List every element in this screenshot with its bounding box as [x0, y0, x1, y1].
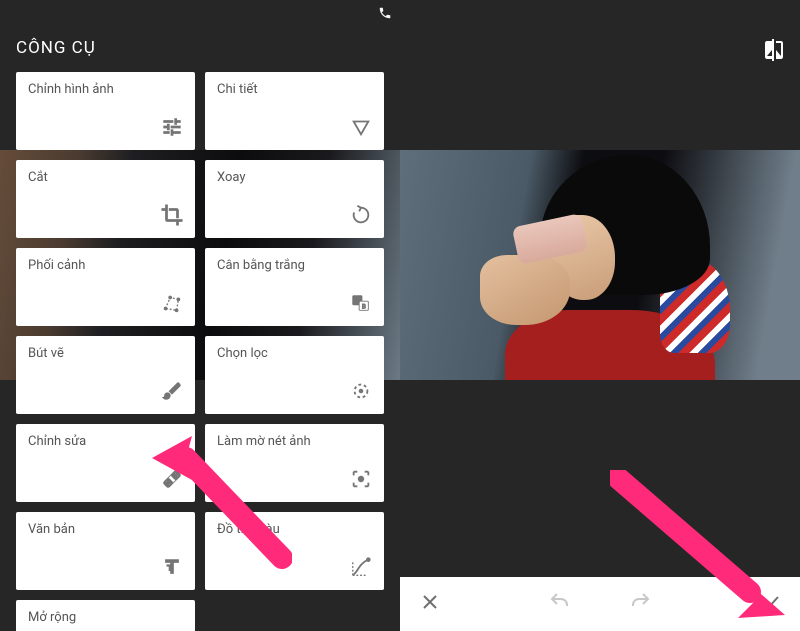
tool-label: Làm mờ nét ảnh: [217, 434, 372, 449]
tools-grid: Chỉnh hình ảnh Chi tiết Cắt Xoay Phối cả…: [0, 72, 400, 631]
tool-text[interactable]: Văn bản: [16, 512, 195, 590]
tools-panel: CÔNG CỤ Chỉnh hình ảnh Chi tiết Cắt Xoay…: [0, 0, 400, 631]
healing-icon: [161, 468, 183, 494]
tool-label: Bút vẽ: [28, 346, 183, 361]
tool-label: Chi tiết: [217, 82, 372, 97]
compare-icon[interactable]: [762, 38, 786, 66]
perspective-icon: [161, 292, 183, 318]
status-bar: [0, 0, 400, 28]
editor-bottombar: [400, 577, 800, 631]
tool-label: Đồ thị màu: [217, 522, 372, 537]
selective-icon: [350, 380, 372, 406]
close-button[interactable]: [418, 590, 442, 618]
svg-text:B: B: [362, 303, 366, 311]
crop-icon: [161, 204, 183, 230]
tool-perspective[interactable]: Phối cảnh: [16, 248, 195, 326]
tool-details[interactable]: Chi tiết: [205, 72, 384, 150]
tool-label: Mở rộng: [28, 610, 183, 625]
tool-label: Chọn lọc: [217, 346, 372, 361]
tool-white-balance[interactable]: Cân bằng trắng WB: [205, 248, 384, 326]
text-icon: [161, 556, 183, 582]
tool-label: Chỉnh hình ảnh: [28, 82, 183, 97]
tune-icon: [161, 116, 183, 142]
redo-button[interactable]: [628, 590, 652, 618]
triangle-down-icon: [350, 116, 372, 142]
tool-label: Văn bản: [28, 522, 183, 537]
tool-label: Phối cảnh: [28, 258, 183, 273]
tool-label: Cân bằng trắng: [217, 258, 372, 273]
editor-panel: [400, 0, 800, 631]
apply-button[interactable]: [758, 590, 782, 618]
call-icon: [378, 6, 392, 23]
tool-expand[interactable]: Mở rộng: [16, 600, 195, 631]
tool-curves[interactable]: Đồ thị màu: [205, 512, 384, 590]
tool-tune-image[interactable]: Chỉnh hình ảnh: [16, 72, 195, 150]
white-balance-icon: WB: [350, 292, 372, 318]
tool-rotate[interactable]: Xoay: [205, 160, 384, 238]
tool-brush[interactable]: Bút vẽ: [16, 336, 195, 414]
status-bar: [400, 0, 800, 28]
tool-label: Xoay: [217, 170, 372, 185]
tool-label: Cắt: [28, 170, 183, 185]
rotate-icon: [350, 204, 372, 230]
svg-text:W: W: [355, 297, 361, 305]
tool-healing[interactable]: Chỉnh sửa: [16, 424, 195, 502]
editor-topbar: [400, 28, 800, 76]
panel-title: CÔNG CỤ: [0, 28, 400, 72]
tool-crop[interactable]: Cắt: [16, 160, 195, 238]
blur-icon: [350, 468, 372, 494]
tool-selective[interactable]: Chọn lọc: [205, 336, 384, 414]
curves-icon: [350, 556, 372, 582]
brush-icon: [161, 380, 183, 406]
tool-label: Chỉnh sửa: [28, 434, 183, 449]
undo-button[interactable]: [548, 590, 572, 618]
editor-image[interactable]: [400, 150, 800, 380]
tool-lens-blur[interactable]: Làm mờ nét ảnh: [205, 424, 384, 502]
